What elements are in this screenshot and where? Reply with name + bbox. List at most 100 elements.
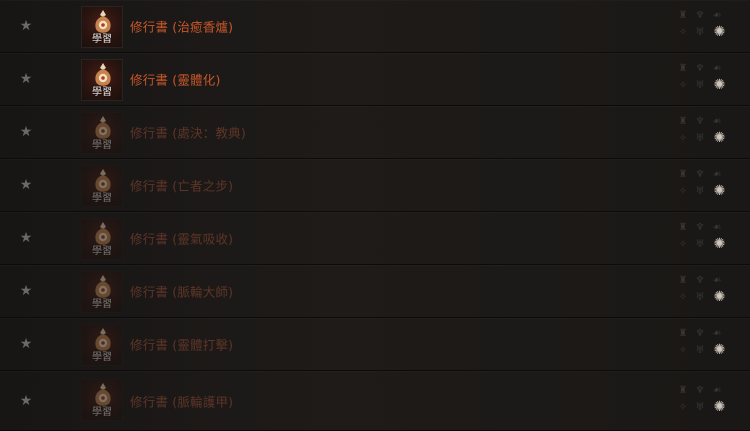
necromancer-icon: ✺ xyxy=(713,398,726,415)
necromancer-icon: ✺ xyxy=(713,289,726,305)
sorcerer-icon: ✧ xyxy=(678,80,688,91)
barbarian-icon: ♜ xyxy=(678,384,688,396)
barbarian-icon: ♜ xyxy=(678,169,688,180)
item-tag: 學習 xyxy=(92,193,112,204)
book-emblem-icon xyxy=(95,275,111,298)
class-restriction-icons: ♜ ♆ ☙ ✧ ♅ ✺ xyxy=(677,385,729,417)
book-emblem-icon xyxy=(95,222,111,245)
star-icon[interactable]: ★ xyxy=(18,71,34,87)
rogue-icon: ☙ xyxy=(712,10,722,21)
paladin-icon: ♅ xyxy=(695,345,705,356)
necromancer-icon: ✺ xyxy=(713,77,726,93)
druid-icon: ♆ xyxy=(695,222,705,233)
item-icon-slot[interactable]: 學習 xyxy=(81,324,123,366)
item-tag: 學習 xyxy=(92,407,112,418)
class-restriction-icons: ♜ ♆ ☙ ✧ ♅ ✺ xyxy=(677,116,729,148)
sorcerer-icon: ✧ xyxy=(678,401,688,413)
rogue-icon: ☙ xyxy=(712,384,722,396)
list-item[interactable]: ★ 學習 修行書 (處決：教典) ♜ ♆ ☙ ✧ ♅ ✺ xyxy=(0,106,750,159)
item-name[interactable]: 修行書 (治癒香爐) xyxy=(130,17,233,36)
class-restriction-icons: ♜ ♆ ☙ ✧ ♅ ✺ xyxy=(677,10,729,42)
barbarian-icon: ♜ xyxy=(678,328,688,339)
rogue-icon: ☙ xyxy=(712,63,722,74)
barbarian-icon: ♜ xyxy=(678,10,688,21)
star-icon[interactable]: ★ xyxy=(18,336,34,352)
item-icon-slot[interactable]: 學習 xyxy=(81,165,123,207)
class-restriction-icons: ♜ ♆ ☙ ✧ ♅ ✺ xyxy=(677,222,729,254)
paladin-icon: ♅ xyxy=(695,239,705,250)
list-item[interactable]: ★ 學習 修行書 (脈輪護甲) ♜ ♆ ☙ ✧ ♅ ✺ xyxy=(0,371,750,431)
star-icon[interactable]: ★ xyxy=(18,230,34,246)
item-name[interactable]: 修行書 (靈體打擊) xyxy=(130,335,233,354)
book-emblem-icon xyxy=(95,10,111,33)
star-icon[interactable]: ★ xyxy=(18,393,34,409)
necromancer-icon: ✺ xyxy=(713,183,726,199)
class-restriction-icons: ♜ ♆ ☙ ✧ ♅ ✺ xyxy=(677,169,729,201)
book-emblem-icon xyxy=(95,169,111,192)
item-tag: 學習 xyxy=(92,34,112,45)
necromancer-icon: ✺ xyxy=(713,24,726,40)
book-emblem-icon xyxy=(95,328,111,351)
necromancer-icon: ✺ xyxy=(713,236,726,252)
item-name[interactable]: 修行書 (脈輪護甲) xyxy=(130,391,233,410)
star-icon[interactable]: ★ xyxy=(18,18,34,34)
star-icon[interactable]: ★ xyxy=(18,177,34,193)
druid-icon: ♆ xyxy=(695,10,705,21)
list-item[interactable]: ★ 學習 修行書 (脈輪大師) ♜ ♆ ☙ ✧ ♅ ✺ xyxy=(0,265,750,318)
list-item[interactable]: ★ 學習 修行書 (亡者之步) ♜ ♆ ☙ ✧ ♅ ✺ xyxy=(0,159,750,212)
item-icon-slot[interactable]: 學習 xyxy=(81,379,123,421)
item-icon-slot[interactable]: 學習 xyxy=(81,112,123,154)
paladin-icon: ♅ xyxy=(695,80,705,91)
item-name[interactable]: 修行書 (亡者之步) xyxy=(130,176,233,195)
druid-icon: ♆ xyxy=(695,275,705,286)
class-restriction-icons: ♜ ♆ ☙ ✧ ♅ ✺ xyxy=(677,63,729,95)
item-list: ★ 學習 修行書 (治癒香爐) ♜ ♆ ☙ ✧ ♅ ✺ ★ 學習 修行書 (靈體… xyxy=(0,0,750,431)
book-emblem-icon xyxy=(95,116,111,139)
sorcerer-icon: ✧ xyxy=(678,27,688,38)
paladin-icon: ♅ xyxy=(695,27,705,38)
paladin-icon: ♅ xyxy=(695,292,705,303)
item-name[interactable]: 修行書 (靈體化) xyxy=(130,70,221,89)
class-restriction-icons: ♜ ♆ ☙ ✧ ♅ ✺ xyxy=(677,275,729,307)
paladin-icon: ♅ xyxy=(695,133,705,144)
sorcerer-icon: ✧ xyxy=(678,186,688,197)
book-emblem-icon xyxy=(95,383,111,406)
list-item[interactable]: ★ 學習 修行書 (靈氣吸收) ♜ ♆ ☙ ✧ ♅ ✺ xyxy=(0,212,750,265)
druid-icon: ♆ xyxy=(695,63,705,74)
barbarian-icon: ♜ xyxy=(678,275,688,286)
item-tag: 學習 xyxy=(92,299,112,310)
item-name[interactable]: 修行書 (處決：教典) xyxy=(130,123,246,142)
item-icon-slot[interactable]: 學習 xyxy=(81,6,123,48)
star-icon[interactable]: ★ xyxy=(18,124,34,140)
rogue-icon: ☙ xyxy=(712,222,722,233)
rogue-icon: ☙ xyxy=(712,169,722,180)
rogue-icon: ☙ xyxy=(712,328,722,339)
sorcerer-icon: ✧ xyxy=(678,239,688,250)
star-icon[interactable]: ★ xyxy=(18,283,34,299)
barbarian-icon: ♜ xyxy=(678,116,688,127)
item-name[interactable]: 修行書 (靈氣吸收) xyxy=(130,229,233,248)
necromancer-icon: ✺ xyxy=(713,342,726,358)
druid-icon: ♆ xyxy=(695,116,705,127)
paladin-icon: ♅ xyxy=(695,401,705,413)
list-item[interactable]: ★ 學習 修行書 (靈體化) ♜ ♆ ☙ ✧ ♅ ✺ xyxy=(0,53,750,106)
druid-icon: ♆ xyxy=(695,169,705,180)
rogue-icon: ☙ xyxy=(712,275,722,286)
barbarian-icon: ♜ xyxy=(678,222,688,233)
item-tag: 學習 xyxy=(92,140,112,151)
necromancer-icon: ✺ xyxy=(713,130,726,146)
paladin-icon: ♅ xyxy=(695,186,705,197)
rogue-icon: ☙ xyxy=(712,116,722,127)
barbarian-icon: ♜ xyxy=(678,63,688,74)
item-tag: 學習 xyxy=(92,246,112,257)
item-icon-slot[interactable]: 學習 xyxy=(81,218,123,260)
item-icon-slot[interactable]: 學習 xyxy=(81,271,123,313)
druid-icon: ♆ xyxy=(695,384,705,396)
list-item[interactable]: ★ 學習 修行書 (靈體打擊) ♜ ♆ ☙ ✧ ♅ ✺ xyxy=(0,318,750,371)
sorcerer-icon: ✧ xyxy=(678,292,688,303)
item-name[interactable]: 修行書 (脈輪大師) xyxy=(130,282,233,301)
list-item[interactable]: ★ 學習 修行書 (治癒香爐) ♜ ♆ ☙ ✧ ♅ ✺ xyxy=(0,0,750,53)
item-tag: 學習 xyxy=(92,87,112,98)
item-icon-slot[interactable]: 學習 xyxy=(81,59,123,101)
sorcerer-icon: ✧ xyxy=(678,133,688,144)
